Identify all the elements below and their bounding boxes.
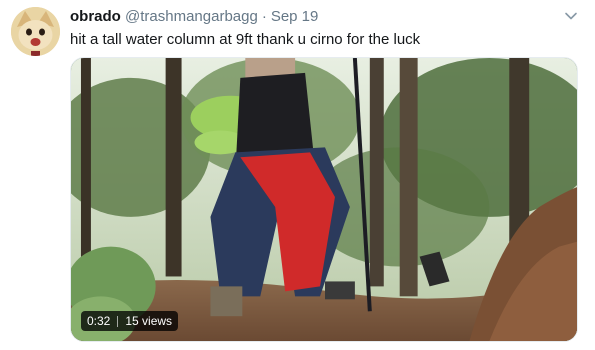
tweet-date[interactable]: Sep 19 (271, 8, 319, 25)
display-name[interactable]: obrado (70, 8, 121, 25)
separator-dot: · (261, 8, 267, 25)
video-info-overlay: 0:32 15 views (81, 311, 179, 331)
video-duration: 0:32 (87, 314, 111, 328)
avatar-icon (11, 7, 60, 56)
view-count: 15 views (125, 314, 173, 328)
chevron-down-icon[interactable] (564, 9, 578, 23)
avatar[interactable] (11, 7, 60, 56)
video-thumbnail (71, 58, 577, 341)
tweet[interactable]: obrado @trashmangarbagg · Sep 19 hit a tal… (0, 0, 595, 350)
video-player[interactable]: 0:32 15 views (70, 57, 578, 342)
tweet-header: obrado @trashmangarbagg · Sep 19 (70, 8, 318, 26)
tweet-text: hit a tall water column at 9ft thank u c… (70, 31, 421, 48)
overlay-divider (117, 315, 119, 327)
user-handle[interactable]: @trashmangarbagg (125, 8, 258, 25)
